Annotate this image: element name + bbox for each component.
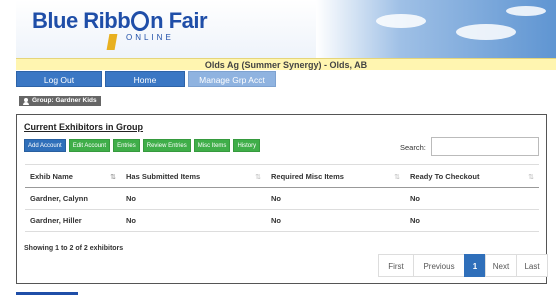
pagination-last[interactable]: Last	[516, 254, 548, 277]
sort-asc-icon: ⇅	[110, 174, 116, 181]
pagination-first[interactable]: First	[378, 254, 414, 277]
group-name: Group: Gardner Kids	[32, 97, 97, 104]
cell-checkout: No	[405, 187, 539, 210]
panel-title: Current Exhibitors in Group	[24, 122, 144, 132]
pagination-previous[interactable]: Previous	[413, 254, 465, 277]
logo-text-part1: Blue Ribb	[32, 8, 131, 33]
table-header-row: Exhib Name ⇅ Has Submitted Items ⇅ Requi…	[25, 164, 539, 188]
cell-exhib-name: Gardner, Hiller	[25, 209, 121, 232]
column-header-submitted[interactable]: Has Submitted Items ⇅	[121, 164, 266, 188]
cloud-image	[456, 24, 516, 40]
column-header-checkout[interactable]: Ready To Checkout ⇅	[405, 164, 539, 188]
exhibitors-table: Exhib Name ⇅ Has Submitted Items ⇅ Requi…	[25, 164, 539, 232]
pagination: First Previous 1 Next Last	[378, 254, 548, 277]
cell-submitted: No	[121, 187, 266, 210]
home-button[interactable]: Home	[105, 71, 185, 87]
group-badge: Group: Gardner Kids	[19, 96, 101, 106]
sky-background	[316, 0, 556, 58]
edit-account-button[interactable]: Edit Account	[68, 139, 111, 152]
manage-group-account-button[interactable]: Manage Grp Acct	[188, 71, 276, 87]
main-nav: Log Out Home Manage Grp Acct	[16, 71, 276, 87]
entries-button[interactable]: Entries	[113, 139, 140, 152]
cloud-image	[506, 6, 546, 16]
history-button[interactable]: History	[233, 139, 261, 152]
pagination-page-1[interactable]: 1	[464, 254, 486, 277]
logo-text-part2: n Fair	[150, 8, 208, 33]
cell-checkout: No	[405, 209, 539, 232]
column-header-label: Ready To Checkout	[410, 171, 480, 181]
cloud-image	[376, 14, 426, 28]
ribbon-icon	[106, 34, 118, 50]
table-info: Showing 1 to 2 of 2 exhibitors	[24, 245, 124, 252]
search-label: Search:	[400, 143, 426, 152]
table-row[interactable]: Gardner, Hiller No No No	[25, 209, 539, 232]
page: Blue Ribb n Fair ONLINE Olds Ag (Summer S…	[0, 0, 556, 295]
exhibitors-panel: Current Exhibitors in Group Add Account …	[16, 114, 548, 284]
event-title-bar: Olds Ag (Summer Synergy) - Olds, AB	[16, 58, 556, 70]
table-row[interactable]: Gardner, Calynn No No No	[25, 187, 539, 210]
action-toolbar: Add Account Edit Account Entries Review …	[24, 139, 261, 152]
cell-submitted: No	[121, 209, 266, 232]
header-banner: Blue Ribb n Fair ONLINE	[16, 0, 556, 58]
logout-button[interactable]: Log Out	[16, 71, 102, 87]
cell-misc: No	[266, 209, 405, 232]
column-header-label: Required Misc Items	[271, 171, 344, 181]
user-icon	[23, 97, 29, 105]
logo-subtitle: ONLINE	[126, 33, 174, 42]
pagination-next[interactable]: Next	[485, 254, 517, 277]
sort-icon: ⇅	[394, 174, 400, 181]
cell-misc: No	[266, 187, 405, 210]
add-account-button[interactable]: Add Account	[24, 139, 66, 152]
sort-icon: ⇅	[528, 174, 534, 181]
cell-exhib-name: Gardner, Calynn	[25, 187, 121, 210]
review-entries-button[interactable]: Review Entries	[142, 139, 191, 152]
column-header-label: Exhib Name	[30, 171, 73, 181]
column-header-label: Has Submitted Items	[126, 171, 201, 181]
logo-ribbon-icon	[131, 11, 150, 31]
sort-icon: ⇅	[255, 174, 261, 181]
column-header-misc[interactable]: Required Misc Items ⇅	[266, 164, 405, 188]
search-input[interactable]	[431, 137, 539, 156]
misc-items-button[interactable]: Misc Items	[193, 139, 231, 152]
logo[interactable]: Blue Ribb n Fair	[32, 8, 208, 34]
column-header-exhib-name[interactable]: Exhib Name ⇅	[25, 164, 121, 188]
